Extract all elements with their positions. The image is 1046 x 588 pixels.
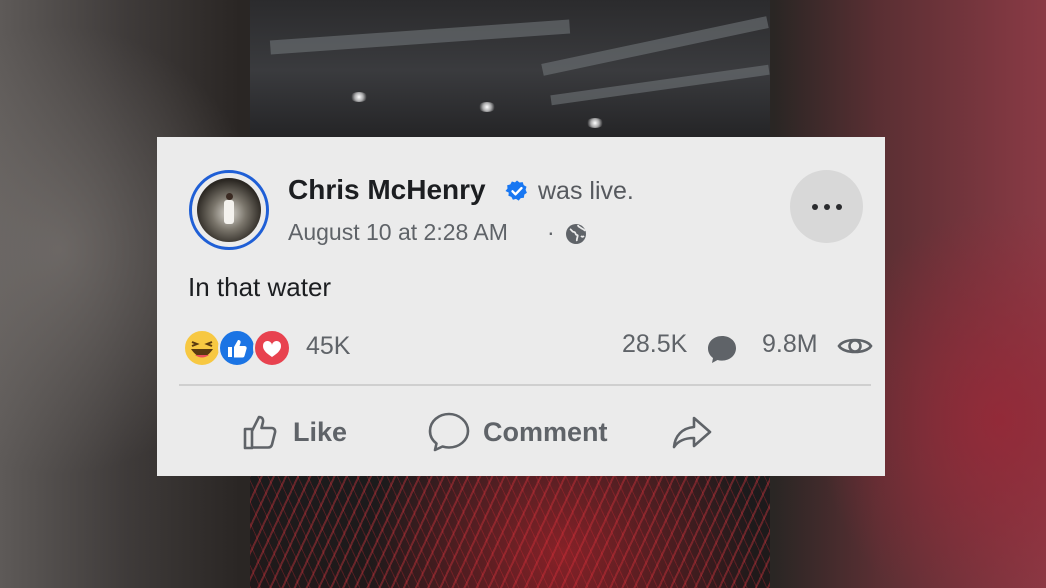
- share-button[interactable]: [670, 407, 726, 457]
- comment-bubble-icon: [708, 336, 736, 363]
- ceiling-light: [350, 92, 368, 102]
- post-timestamp[interactable]: August 10 at 2:28 AM: [288, 219, 508, 246]
- avatar-image: [197, 178, 261, 242]
- comment-label: Comment: [483, 416, 608, 447]
- ceiling-beam: [269, 19, 571, 55]
- haha-reaction-icon: [183, 329, 221, 367]
- verified-badge-icon: [505, 180, 527, 201]
- sparks: [250, 473, 770, 588]
- globe-icon: [566, 224, 586, 244]
- ceiling-beam: [541, 16, 769, 76]
- divider: [179, 384, 871, 386]
- share-arrow-icon: [672, 416, 712, 449]
- thumbs-up-icon: [243, 415, 277, 450]
- like-reaction-icon: [218, 329, 256, 367]
- avatar-figure-body: [224, 200, 234, 224]
- reaction-count[interactable]: 45K: [306, 332, 350, 361]
- like-label: Like: [293, 416, 348, 447]
- dot-icon: [835, 203, 842, 210]
- ceiling-beam: [550, 64, 770, 106]
- eye-icon: [837, 338, 873, 354]
- avatar[interactable]: [189, 170, 269, 250]
- dot-icon: [811, 203, 818, 210]
- post-text: In that water: [188, 272, 332, 302]
- ceiling-light: [586, 118, 604, 128]
- ceiling-light: [478, 102, 496, 112]
- comment-button[interactable]: Comment: [427, 407, 608, 457]
- reaction-icons[interactable]: [182, 328, 298, 368]
- love-reaction-icon: [253, 329, 291, 367]
- comment-icon: [428, 412, 470, 452]
- avatar-figure-head: [226, 193, 233, 200]
- view-count: 9.8M: [762, 330, 818, 358]
- like-button[interactable]: Like: [241, 407, 347, 457]
- dot-icon: [823, 203, 830, 210]
- facebook-post-card: Chris McHenry was live. August 10 at 2:2…: [157, 137, 885, 476]
- separator: ·: [547, 219, 555, 245]
- live-status: was live.: [538, 177, 634, 205]
- comment-count[interactable]: 28.5K: [622, 330, 687, 359]
- author-name[interactable]: Chris McHenry: [288, 174, 486, 206]
- more-options-button[interactable]: [790, 170, 863, 243]
